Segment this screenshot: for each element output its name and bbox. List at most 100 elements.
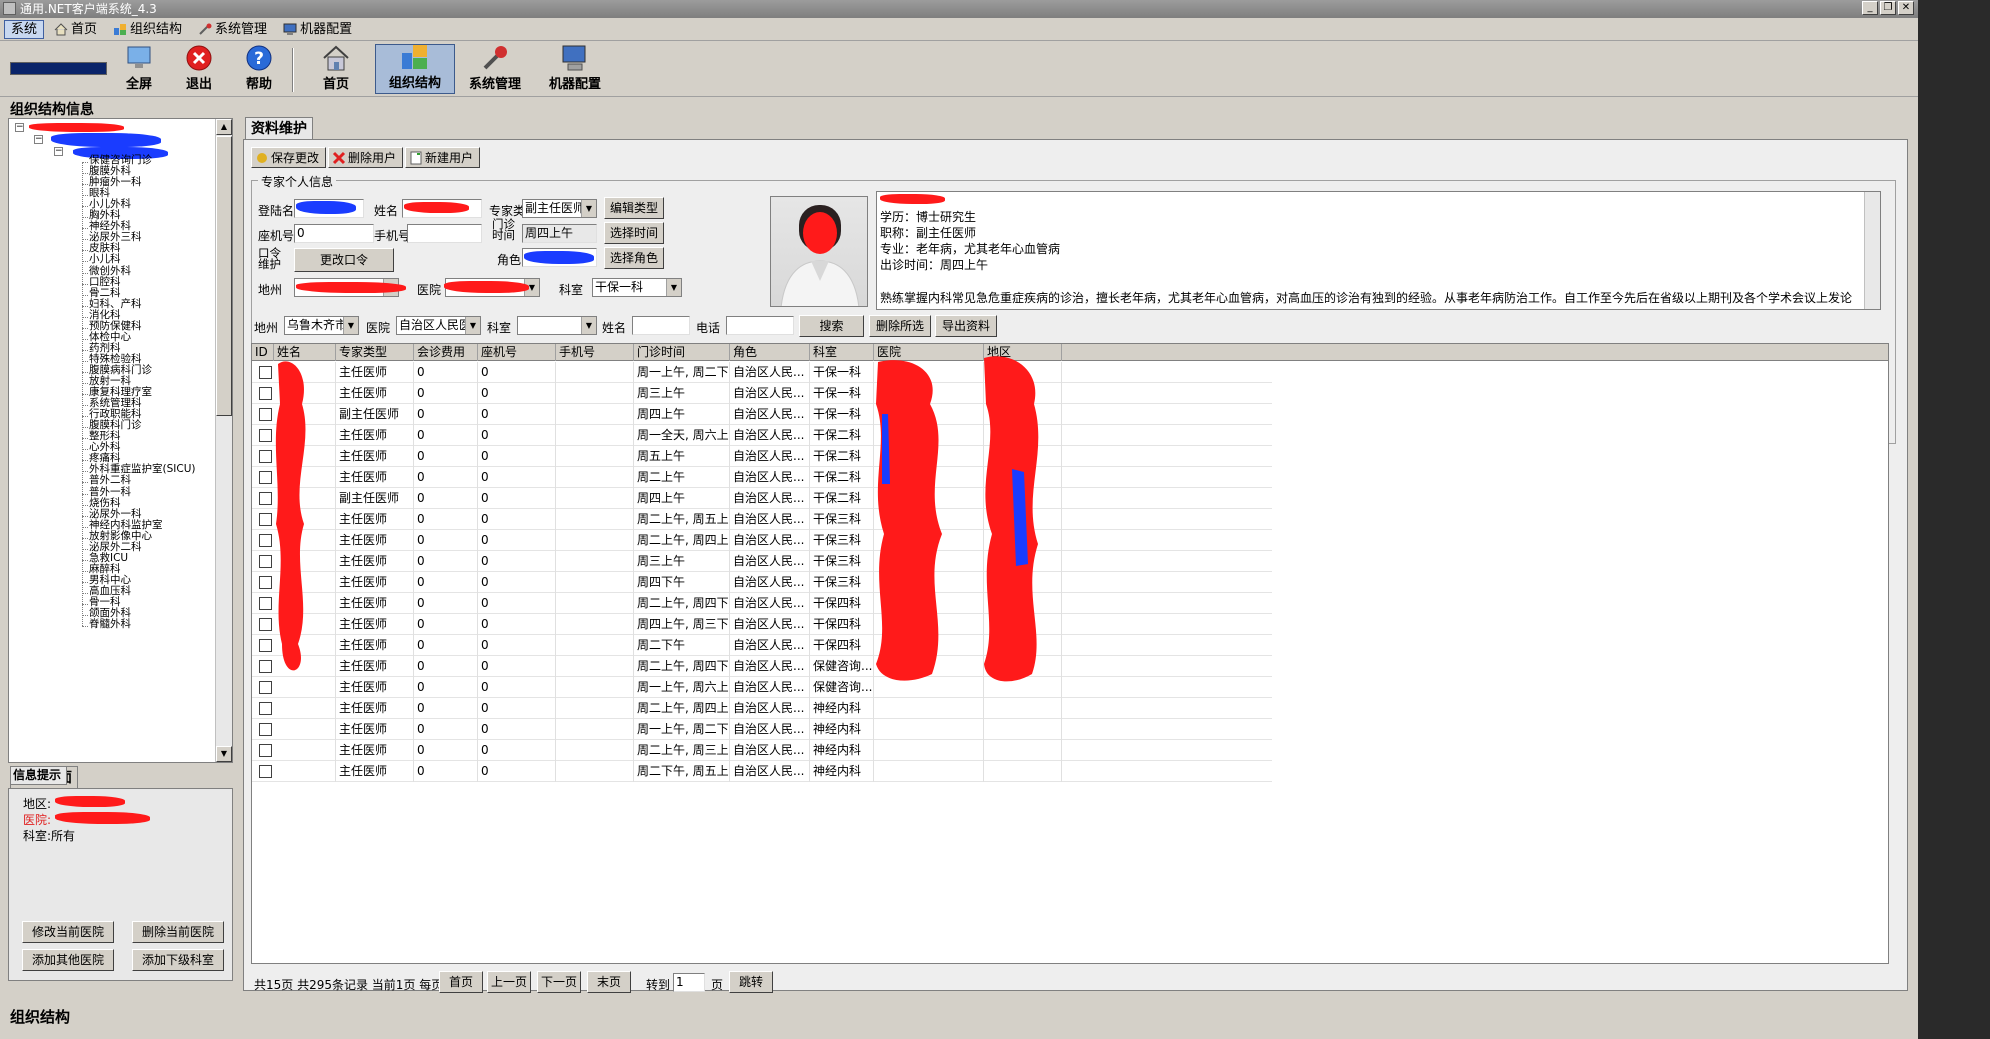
tree-node[interactable]: 普外二科 (89, 475, 131, 486)
filter-phone-label: 电话 (696, 321, 721, 335)
info-dept: 科室:所有 (23, 829, 76, 843)
bio-line: 学历：博士研究生 (880, 210, 977, 224)
menu-system[interactable]: 系统 (4, 20, 45, 39)
tree-node[interactable]: 骨二科 (89, 287, 121, 299)
close-button[interactable]: ✕ (1898, 1, 1914, 15)
sysmgmt-button[interactable]: 系统管理 (465, 44, 525, 94)
scroll-up-icon[interactable]: ▲ (216, 119, 232, 135)
save-icon (257, 152, 267, 163)
redaction-mark (880, 194, 945, 204)
tree-branch-line (82, 548, 88, 550)
tab-profile-maintenance[interactable]: 资料维护 (245, 117, 313, 139)
last-page-button[interactable]: 末页 (587, 971, 631, 993)
redaction-mark (524, 251, 594, 264)
tree-node[interactable]: 脊髓外科 (89, 619, 131, 630)
tree-expander[interactable]: − (34, 135, 43, 144)
choose-role-button[interactable]: 选择角色 (604, 247, 664, 269)
search-button[interactable]: 搜索 (799, 315, 864, 337)
home-button[interactable]: 首页 (314, 44, 358, 94)
fullscreen-button[interactable]: 全屏 (120, 44, 158, 94)
tools-icon (483, 46, 507, 70)
filter-region-select[interactable]: 乌鲁木齐市 ▼ (284, 316, 359, 335)
expert-table[interactable]: ID 姓名 专家类型 会诊费用 座机号 手机号 门诊时间 角色 科室 医院 地区 主任医师 0 0 周一上… (251, 343, 1889, 964)
goto-page-input[interactable]: 1 (673, 973, 705, 992)
delete-user-button[interactable]: 删除用户 (328, 147, 404, 168)
title-bar: 通用.NET客户端系统_4.3 _ ❐ ✕ (0, 0, 1918, 18)
window-title: 通用.NET客户端系统_4.3 (20, 2, 157, 16)
exit-button[interactable]: 退出 (180, 44, 218, 94)
seat-input[interactable]: 0 (294, 224, 374, 243)
tree-expander[interactable]: − (15, 123, 24, 132)
prev-page-button[interactable]: 上一页 (487, 971, 531, 993)
first-page-button[interactable]: 首页 (439, 971, 483, 993)
export-button[interactable]: 导出资料 (935, 315, 997, 337)
menu-home[interactable]: 首页 (48, 20, 103, 39)
filter-name-label: 姓名 (602, 321, 627, 335)
add-subdept-button[interactable]: 添加下级科室 (132, 949, 224, 971)
tree-node[interactable]: 口腔科 (89, 276, 121, 288)
tree-node[interactable]: 小儿科 (89, 254, 121, 265)
tree-branch-line (82, 604, 88, 605)
jump-button[interactable]: 跳转 (729, 971, 773, 993)
next-page-button[interactable]: 下一页 (537, 971, 581, 993)
app-window: 通用.NET客户端系统_4.3 _ ❐ ✕ 系统 首页 组织结构 系统管理 机器… (0, 0, 1918, 1039)
choose-time-button[interactable]: 选择时间 (604, 222, 664, 244)
menu-sysmgmt[interactable]: 系统管理 (192, 20, 273, 39)
org-button[interactable]: 组织结构 (375, 44, 455, 94)
role-label: 角色 (497, 253, 522, 267)
login-label: 登陆名 (258, 204, 295, 218)
filter-hospital-select[interactable]: 自治区人民医 ▼ (396, 316, 481, 335)
form-dept-select[interactable]: 干保一科 ▼ (592, 278, 682, 297)
org-tree[interactable]: − − − 保健咨询门诊 腹膜外科 肿瘤外一科 眼科 小儿外科 胸外科 神经外科 泌尿外三科皮… (8, 118, 233, 763)
bio-scrollbar[interactable] (1864, 192, 1880, 309)
left-bottom-tabs: 信息提示 操作界面 (10, 766, 78, 788)
info-panel: 地区: 医院: 科室:所有 修改当前医院 删除当前医院 添加其他医院 添加下级科… (8, 788, 233, 981)
tree-expander[interactable]: − (54, 147, 63, 156)
add-hospital-button[interactable]: 添加其他医院 (22, 949, 114, 971)
save-changes-button[interactable]: 保存更改 (251, 147, 327, 168)
redaction-scribbles (275, 356, 1039, 682)
tree-branch-line (82, 360, 88, 362)
new-user-button[interactable]: 新建用户 (405, 147, 481, 168)
window-controls: _ ❐ ✕ (1862, 1, 1914, 15)
computer-icon (562, 45, 586, 71)
portrait-image (780, 205, 860, 306)
tree-branch-line (82, 416, 88, 418)
tree-node[interactable]: 普外一科 (89, 486, 131, 498)
menu-machine[interactable]: 机器配置 (277, 20, 358, 39)
filter-name-input[interactable] (632, 316, 690, 335)
minimize-button[interactable]: _ (1862, 1, 1878, 15)
delete-hospital-button[interactable]: 删除当前医院 (132, 921, 224, 943)
tree-node[interactable]: 泌尿外一科 (89, 508, 142, 520)
mobile-input[interactable] (407, 224, 482, 243)
change-password-button[interactable]: 更改口令 (294, 248, 394, 272)
menu-org[interactable]: 组织结构 (107, 20, 188, 39)
tree-node[interactable]: 烧伤科 (89, 497, 121, 509)
tree-branch-line (82, 206, 88, 208)
tree-branch-line (82, 438, 88, 440)
scroll-thumb[interactable] (216, 136, 232, 416)
tree-branch-line (82, 162, 88, 163)
scroll-down-icon[interactable]: ▼ (216, 746, 232, 762)
expert-bio[interactable]: 学历：博士研究生 职称：副主任医师 专业：老年病，尤其老年心血管病 出诊时间：周… (876, 191, 1881, 310)
tree-scrollbar[interactable]: ▲ ▼ (215, 119, 232, 762)
filter-dept-label: 科室 (487, 321, 512, 335)
edit-type-button[interactable]: 编辑类型 (604, 197, 664, 219)
tree-node[interactable]: 微创外科 (89, 265, 131, 277)
edit-hospital-button[interactable]: 修改当前医院 (22, 921, 114, 943)
filter-phone-input[interactable] (726, 316, 794, 335)
help-button[interactable]: ? 帮助 (240, 44, 278, 94)
clinic-time-input[interactable]: 周四上午 (522, 224, 597, 243)
tree-branch-line (82, 570, 88, 572)
tree-branch-line (82, 394, 88, 396)
tab-info[interactable]: 信息提示 (10, 766, 68, 785)
filter-dept-select[interactable]: ▼ (517, 316, 597, 335)
redaction-mark (55, 812, 150, 824)
delete-selected-button[interactable]: 删除所选 (869, 315, 931, 337)
expert-type-select[interactable]: 副主任医师 ▼ (522, 199, 597, 218)
tree-branch-line (82, 239, 88, 241)
org-icon (402, 45, 427, 69)
filter-region-label: 地州 (254, 321, 279, 335)
restore-button[interactable]: ❐ (1880, 1, 1896, 15)
machine-button[interactable]: 机器配置 (545, 44, 605, 94)
